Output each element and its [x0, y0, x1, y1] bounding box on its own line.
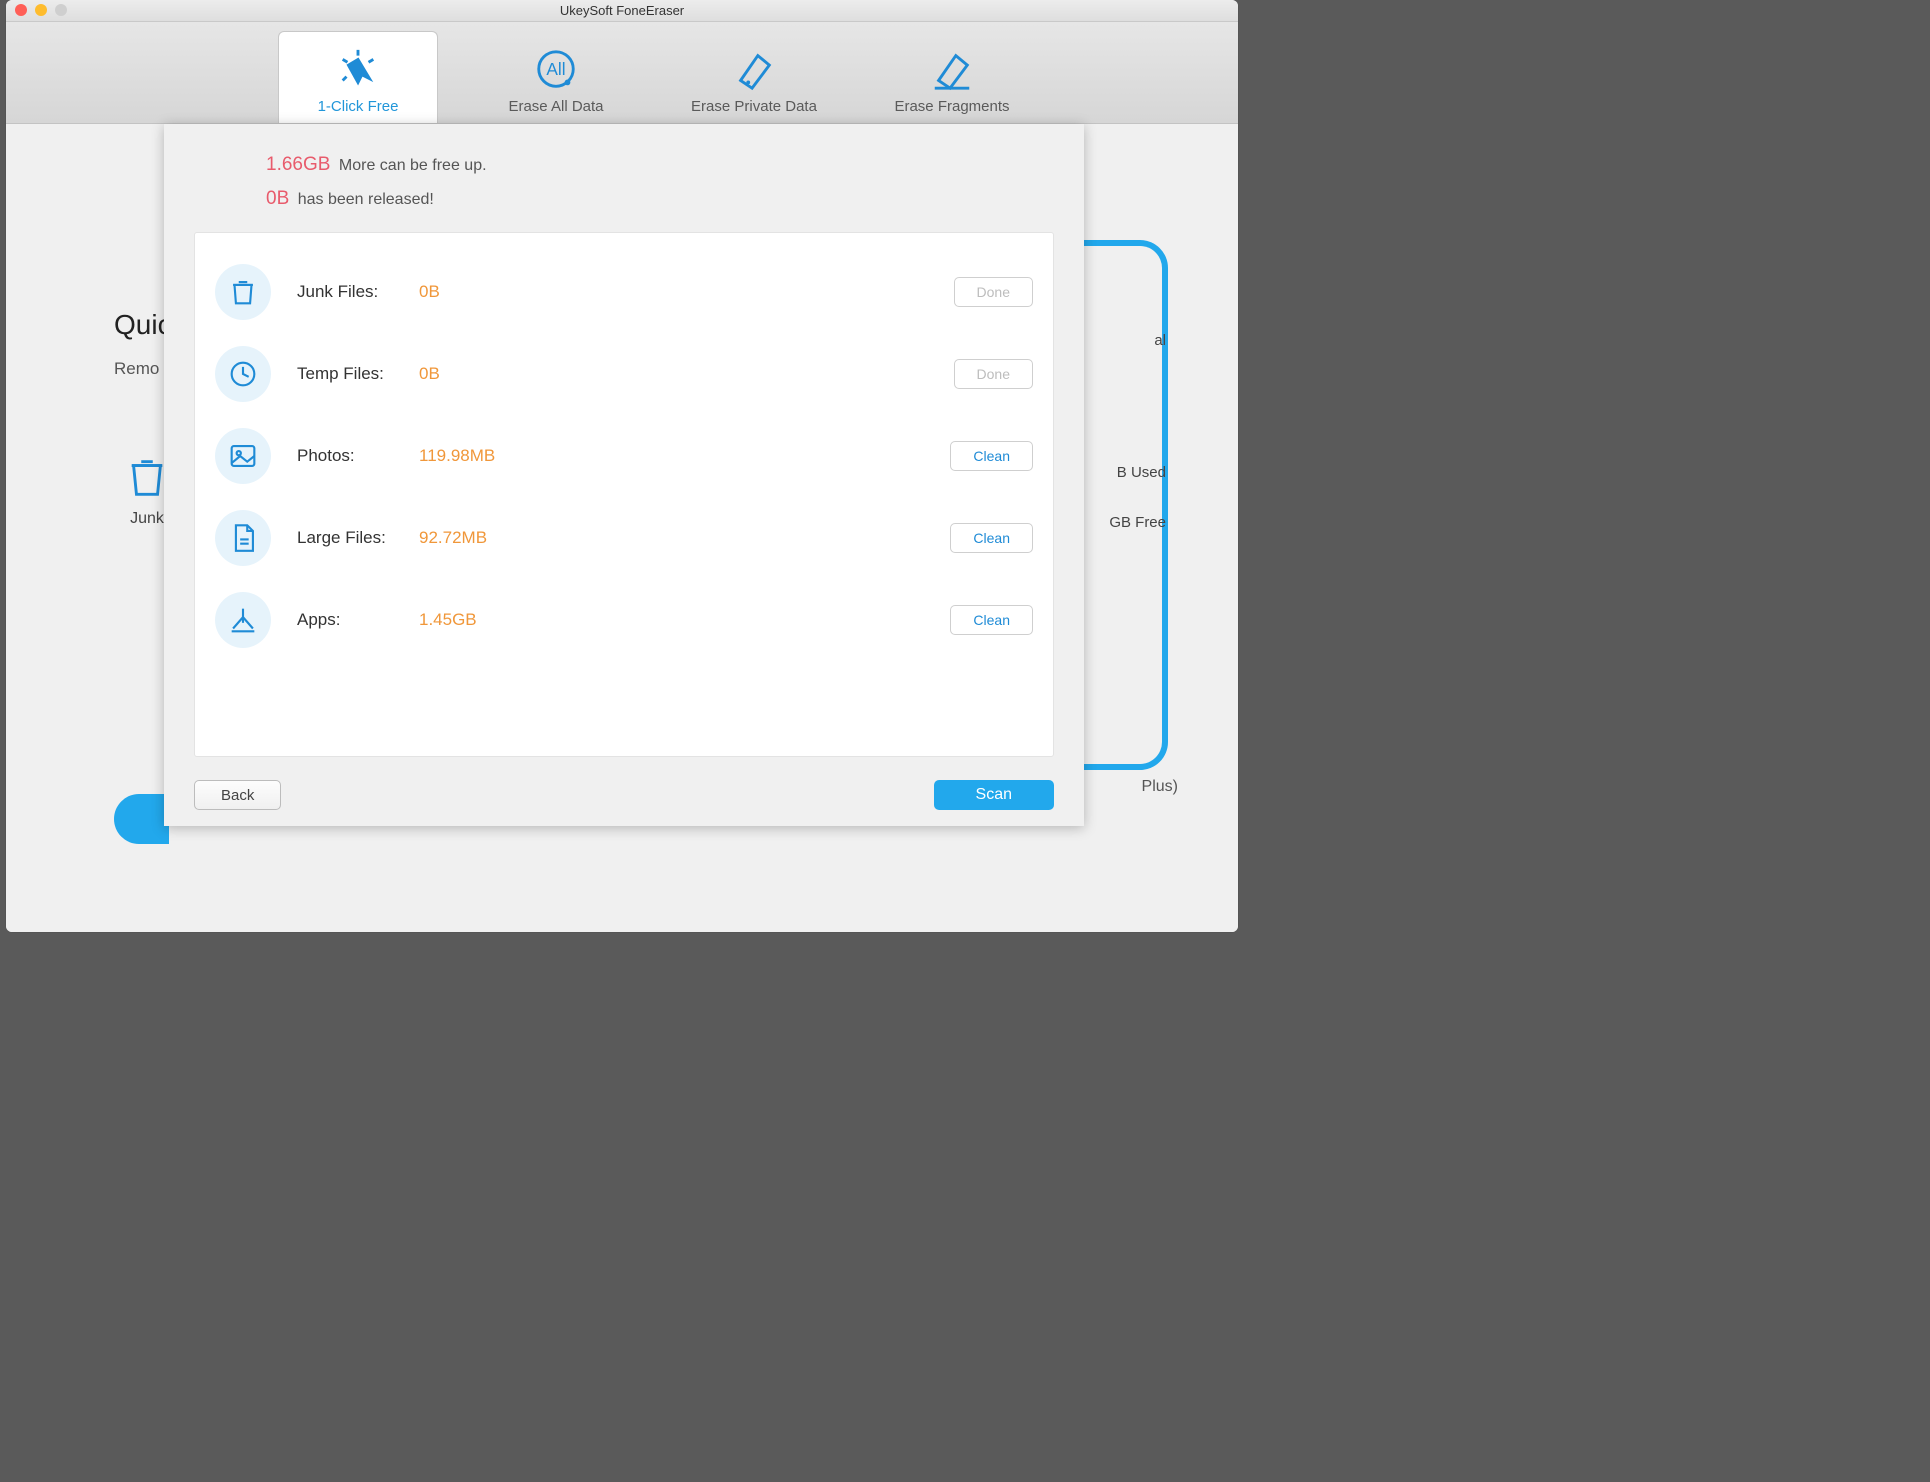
row-large-files: Large Files: 92.72MB Clean: [215, 497, 1033, 579]
row-label: Photos:: [297, 446, 407, 466]
row-apps: Apps: 1.45GB Clean: [215, 579, 1033, 661]
app-icon: [215, 592, 271, 648]
tab-label: Erase Private Data: [691, 98, 817, 115]
clock-icon: [215, 346, 271, 402]
row-value: 0B: [419, 282, 440, 302]
row-value: 1.45GB: [419, 610, 477, 630]
maximize-icon[interactable]: [55, 4, 67, 16]
app-window: UkeySoft FoneEraser 1-Click Free All Era…: [6, 0, 1238, 932]
more-free-text: More can be free up.: [339, 157, 487, 174]
apps-action-button[interactable]: Clean: [950, 605, 1033, 635]
bg-primary-button-fragment[interactable]: [114, 794, 169, 844]
traffic-lights: [15, 4, 67, 16]
tab-label: 1-Click Free: [318, 98, 399, 115]
content-area: Quic Remo Junk al B Used GB Free Plus) 1…: [6, 124, 1238, 932]
erase-fragments-icon: [929, 46, 975, 92]
released-value: 0B: [266, 188, 289, 209]
row-value: 92.72MB: [419, 528, 487, 548]
row-label: Large Files:: [297, 528, 407, 548]
page-title: Quic: [114, 309, 172, 341]
large-files-action-button[interactable]: Clean: [950, 523, 1033, 553]
released-text: has been released!: [298, 191, 434, 208]
storage-used-suffix: B Used: [1117, 464, 1166, 481]
titlebar: UkeySoft FoneEraser: [6, 0, 1238, 22]
tab-erase-private-data[interactable]: Erase Private Data: [674, 31, 834, 123]
junk-files-action-button[interactable]: Done: [954, 277, 1033, 307]
scan-result-panel: 1.66GB More can be free up. 0B has been …: [164, 124, 1084, 826]
phone-label-suffix: al: [1154, 332, 1166, 349]
scan-button[interactable]: Scan: [934, 780, 1054, 810]
tab-label: Erase All Data: [508, 98, 603, 115]
row-label: Temp Files:: [297, 364, 407, 384]
back-button[interactable]: Back: [194, 780, 281, 810]
file-icon: [215, 510, 271, 566]
tab-1-click-free[interactable]: 1-Click Free: [278, 31, 438, 123]
svg-text:All: All: [546, 59, 565, 79]
tab-erase-all-data[interactable]: All Erase All Data: [476, 31, 636, 123]
panel-footer: Back Scan: [194, 780, 1054, 810]
tab-label: Erase Fragments: [894, 98, 1009, 115]
window-title: UkeySoft FoneEraser: [560, 3, 684, 18]
temp-files-action-button[interactable]: Done: [954, 359, 1033, 389]
storage-free-suffix: GB Free: [1109, 514, 1166, 531]
bg-junk-label: Junk: [130, 510, 164, 528]
tab-bar: 1-Click Free All Erase All Data Erase Pr…: [6, 22, 1238, 124]
minimize-icon[interactable]: [35, 4, 47, 16]
photo-icon: [215, 428, 271, 484]
click-free-icon: [335, 46, 381, 92]
category-list: Junk Files: 0B Done Temp Files: 0B Done: [194, 232, 1054, 757]
row-label: Apps:: [297, 610, 407, 630]
phone-model-suffix: Plus): [1142, 778, 1178, 796]
panel-header: 1.66GB More can be free up. 0B has been …: [164, 124, 1084, 210]
row-junk-files: Junk Files: 0B Done: [215, 251, 1033, 333]
trash-icon: [215, 264, 271, 320]
close-icon[interactable]: [15, 4, 27, 16]
erase-private-icon: [731, 46, 777, 92]
row-temp-files: Temp Files: 0B Done: [215, 333, 1033, 415]
page-subtitle: Remo: [114, 359, 159, 379]
erase-all-icon: All: [533, 46, 579, 92]
photos-action-button[interactable]: Clean: [950, 441, 1033, 471]
tab-erase-fragments[interactable]: Erase Fragments: [872, 31, 1032, 123]
row-photos: Photos: 119.98MB Clean: [215, 415, 1033, 497]
row-label: Junk Files:: [297, 282, 407, 302]
more-free-value: 1.66GB: [266, 154, 330, 175]
row-value: 119.98MB: [419, 446, 495, 466]
row-value: 0B: [419, 364, 440, 384]
